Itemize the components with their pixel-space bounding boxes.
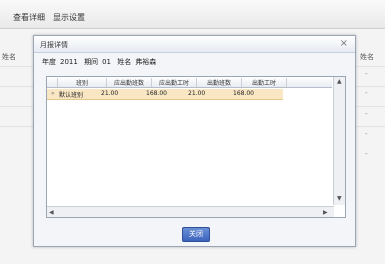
period-value: 01 — [102, 58, 111, 66]
name-label: 姓名 — [117, 58, 132, 66]
report-info: 年度 2011 期间 01 姓名 弗裕森 — [42, 57, 160, 67]
bg-dash: - — [365, 89, 368, 97]
cell-expected-hours: 168.00 — [146, 90, 167, 97]
year-value: 2011 — [60, 58, 78, 66]
name-value: 弗裕森 — [135, 58, 157, 66]
dialog-title-bar: 月报详情 × — [34, 36, 355, 53]
col-header-shift[interactable]: 班别 — [58, 78, 107, 87]
menu-bar: 查看详细 显示设置 — [0, 0, 385, 29]
menu-view-details[interactable]: 查看详细 — [13, 12, 45, 23]
grid-header: 班别 应出勤班数 应出勤工时 出勤班数 出勤工时 — [47, 77, 332, 88]
cell-shift: 默认班别 — [59, 92, 84, 99]
scroll-left-icon[interactable]: ◀ — [49, 209, 54, 216]
cell-attended-hours: 168.00 — [233, 90, 254, 97]
monthly-report-dialog: 月报详情 × 年度 2011 期间 01 姓名 弗裕森 班别 应出勤班数 应出勤工时 … — [33, 35, 356, 247]
col-header-attended-shifts[interactable]: 出勤班数 — [197, 78, 242, 87]
scroll-up-icon[interactable]: ▲ — [337, 78, 342, 85]
cell-attended-shifts: 21.00 — [188, 90, 206, 97]
col-header-expected-hours[interactable]: 应出勤工时 — [152, 78, 197, 87]
col-header-attended-hours[interactable]: 出勤工时 — [242, 78, 287, 87]
year-label: 年度 — [42, 58, 56, 66]
dialog-title: 月报详情 — [40, 41, 68, 49]
scroll-right-icon[interactable]: ▶ — [323, 209, 328, 216]
cell-expected-shifts: 21.00 — [101, 90, 119, 97]
row-indicator-icon: » — [51, 90, 55, 97]
bg-dash: - — [365, 130, 368, 138]
attendance-grid: 班别 应出勤班数 应出勤工时 出勤班数 出勤工时 » 默认班别 21.00 16… — [46, 76, 346, 218]
bg-dash: - — [365, 70, 368, 78]
close-icon[interactable]: × — [340, 38, 348, 49]
table-row[interactable]: » 默认班别 21.00 168.00 21.00 168.00 — [47, 89, 283, 100]
bg-dash: - — [365, 150, 368, 158]
scroll-down-icon[interactable]: ▼ — [337, 195, 342, 202]
bg-name-header: 姓名 — [2, 53, 16, 61]
bg-name-header-right: 姓名 — [360, 53, 374, 61]
bg-dash: - — [365, 110, 368, 118]
col-header-expected-shifts[interactable]: 应出勤班数 — [107, 78, 152, 87]
grid-corner — [47, 78, 58, 87]
vertical-scrollbar[interactable]: ▲ ▼ — [333, 77, 345, 205]
period-label: 期间 — [84, 58, 99, 66]
menu-display-settings[interactable]: 显示设置 — [53, 12, 85, 23]
close-button[interactable]: 关闭 — [182, 227, 210, 242]
horizontal-scrollbar[interactable]: ◀ ▶ — [47, 206, 334, 217]
